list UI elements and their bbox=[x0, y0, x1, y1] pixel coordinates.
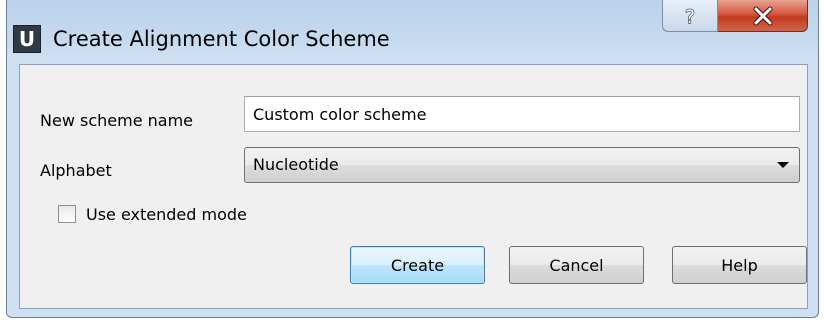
title-bar[interactable]: U Create Alignment Color Scheme ? bbox=[7, 0, 818, 64]
window-title: Create Alignment Color Scheme bbox=[53, 27, 390, 51]
alphabet-label: Alphabet bbox=[40, 161, 112, 180]
caption-buttons: ? bbox=[662, 0, 808, 32]
extended-mode-row[interactable]: Use extended mode bbox=[58, 203, 247, 225]
create-button[interactable]: Create bbox=[350, 246, 485, 284]
scheme-name-input[interactable] bbox=[244, 96, 800, 132]
help-button[interactable]: Help bbox=[672, 246, 807, 284]
question-mark-icon: ? bbox=[684, 5, 695, 27]
context-help-button[interactable]: ? bbox=[662, 0, 718, 32]
svg-text:?: ? bbox=[685, 6, 695, 27]
extended-mode-checkbox[interactable] bbox=[58, 205, 76, 223]
cancel-button[interactable]: Cancel bbox=[509, 246, 644, 284]
close-icon bbox=[753, 6, 772, 25]
app-logo-icon: U bbox=[13, 25, 41, 53]
scheme-name-label: New scheme name bbox=[40, 111, 193, 130]
alphabet-selected-value: Nucleotide bbox=[253, 155, 339, 174]
close-button[interactable] bbox=[718, 0, 808, 32]
chevron-down-icon bbox=[777, 162, 789, 168]
dialog-window: U Create Alignment Color Scheme ? New sc… bbox=[6, 0, 819, 318]
alphabet-select[interactable]: Nucleotide bbox=[244, 147, 800, 183]
dialog-body: New scheme name Alphabet Nucleotide Use … bbox=[19, 64, 808, 309]
extended-mode-label: Use extended mode bbox=[86, 204, 247, 224]
